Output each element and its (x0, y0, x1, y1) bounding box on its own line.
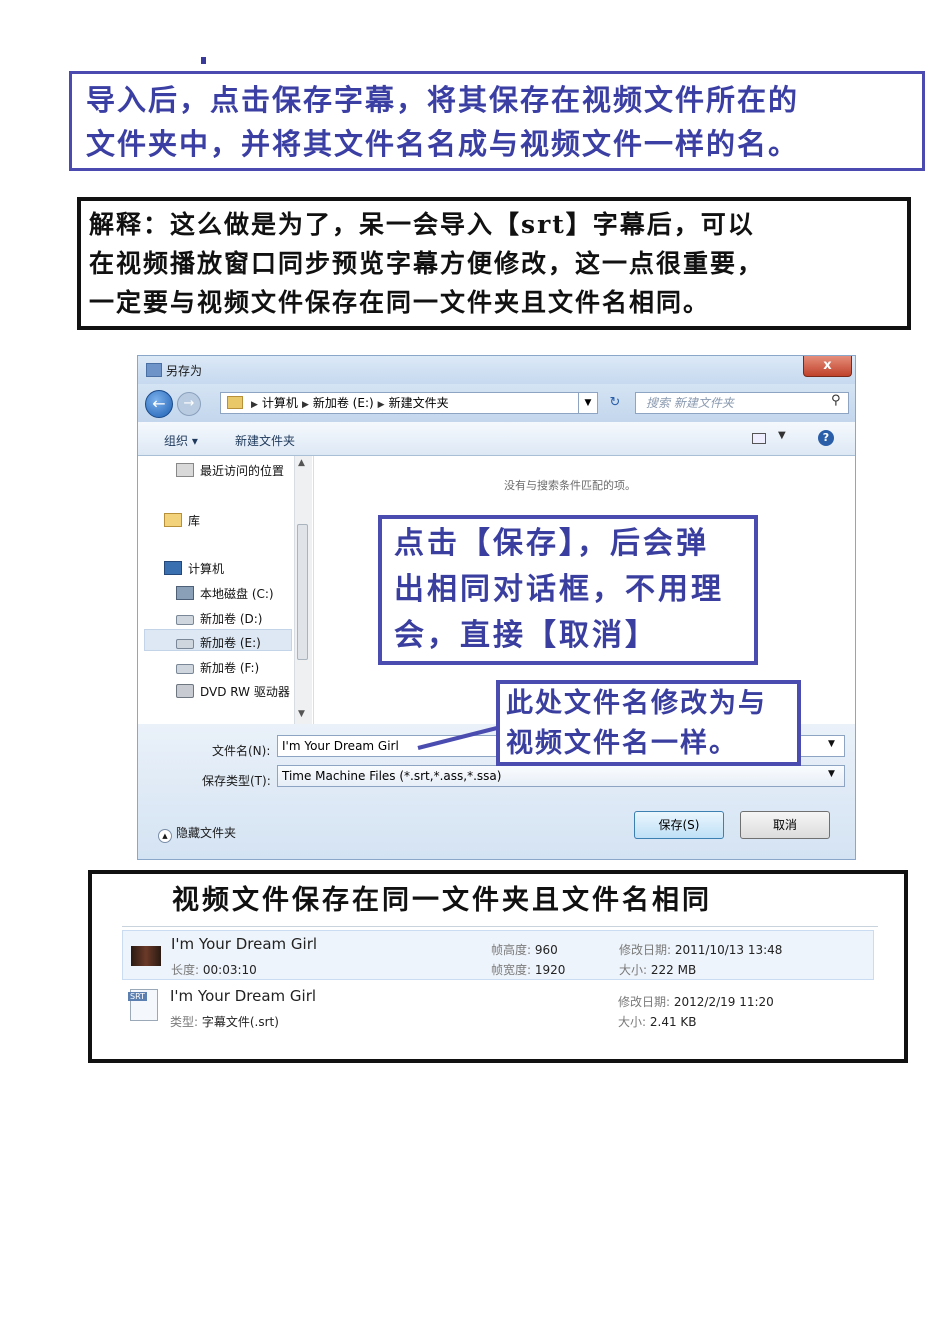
annotation-arrow (417, 726, 498, 750)
list-item[interactable]: SRT I'm Your Dream Girl 类型: 字幕文件(.srt) 修… (122, 983, 874, 1033)
file-name: I'm Your Dream Girl (171, 935, 318, 953)
listing-heading: 视频文件保存在同一文件夹且文件名相同 (172, 885, 712, 916)
filename-callout-line-1: 此处文件名修改为与 (506, 688, 767, 719)
file-size: 大小: 222 MB (619, 963, 697, 977)
save-callout-line-3: 会，直接【取消】 (394, 618, 658, 653)
modified-date: 修改日期: 2011/10/13 13:48 (619, 943, 783, 957)
modified-date: 修改日期: 2012/2/19 11:20 (618, 995, 774, 1009)
filename-callout: 此处文件名修改为与 视频文件名一样。 (496, 680, 801, 766)
save-callout-line-1: 点击【保存】，后会弹 (394, 526, 709, 561)
srt-file-icon: SRT (128, 989, 158, 1021)
frame-height: 帧高度: 960 (491, 943, 558, 957)
file-size: 大小: 2.41 KB (618, 1015, 697, 1029)
file-length: 长度: 00:03:10 (171, 963, 257, 977)
save-callout: 点击【保存】，后会弹 出相同对话框，不用理 会，直接【取消】 (378, 515, 758, 665)
file-type: 类型: 字幕文件(.srt) (170, 1015, 279, 1029)
video-thumbnail-icon (131, 946, 161, 966)
frame-width: 帧宽度: 1920 (491, 963, 566, 977)
divider (122, 926, 878, 927)
filename-callout-line-2: 视频文件名一样。 (506, 728, 738, 759)
file-name: I'm Your Dream Girl (170, 987, 317, 1005)
save-callout-line-2: 出相同对话框，不用理 (394, 572, 724, 607)
list-item[interactable]: I'm Your Dream Girl 长度: 00:03:10 帧高度: 96… (122, 930, 874, 980)
file-listing: 视频文件保存在同一文件夹且文件名相同 I'm Your Dream Girl 长… (88, 870, 908, 1063)
